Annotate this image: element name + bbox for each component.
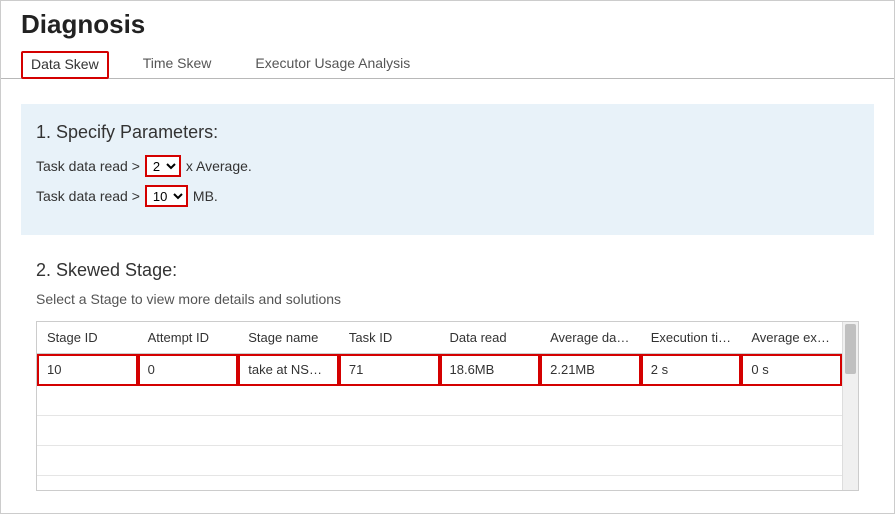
table-scrollbar[interactable] [842,322,858,490]
col-task-id[interactable]: Task ID [339,322,440,354]
param-line2-prefix: Task data read > [36,188,140,204]
table-row [37,386,842,416]
tab-executor-usage[interactable]: Executor Usage Analysis [245,50,420,78]
scrollbar-thumb[interactable] [845,324,856,374]
page-title: Diagnosis [1,1,894,50]
tab-time-skew[interactable]: Time Skew [133,50,222,78]
cell-avg-exec: 0 s [741,354,842,386]
skewed-table: Stage ID Attempt ID Stage name Task ID D… [37,322,842,476]
col-attempt-id[interactable]: Attempt ID [138,322,239,354]
skewed-stage-subtitle: Select a Stage to view more details and … [36,291,859,307]
param-line-multiplier: Task data read > 2 x Average. [36,155,859,177]
param-line2-suffix: MB. [193,188,218,204]
tab-bar: Data Skew Time Skew Executor Usage Analy… [1,50,894,79]
col-avg-exec[interactable]: Average exe… [741,322,842,354]
cell-avg-data: 2.21MB [540,354,641,386]
col-data-read[interactable]: Data read [440,322,541,354]
multiplier-select[interactable]: 2 [145,155,181,177]
cell-attempt-id: 0 [138,354,239,386]
col-avg-data[interactable]: Average dat… [540,322,641,354]
param-line1-prefix: Task data read > [36,158,140,174]
skewed-table-wrap: Stage ID Attempt ID Stage name Task ID D… [36,321,859,491]
cell-exec-time: 2 s [641,354,742,386]
table-row[interactable]: 10 0 take at NSer… 71 18.6MB 2.21MB 2 s … [37,354,842,386]
specify-parameters-title: 1. Specify Parameters: [36,122,859,143]
cell-stage-name: take at NSer… [238,354,339,386]
param-line1-suffix: x Average. [186,158,252,174]
cell-task-id: 71 [339,354,440,386]
table-row [37,446,842,476]
param-line-mb: Task data read > 10 MB. [36,185,859,207]
specify-parameters-panel: 1. Specify Parameters: Task data read > … [21,104,874,235]
col-stage-id[interactable]: Stage ID [37,322,138,354]
table-row [37,416,842,446]
tab-data-skew[interactable]: Data Skew [21,51,109,79]
skewed-stage-title: 2. Skewed Stage: [36,260,859,281]
cell-stage-id: 10 [37,354,138,386]
col-stage-name[interactable]: Stage name [238,322,339,354]
col-exec-time[interactable]: Execution time [641,322,742,354]
cell-data-read: 18.6MB [440,354,541,386]
mb-select[interactable]: 10 [145,185,188,207]
